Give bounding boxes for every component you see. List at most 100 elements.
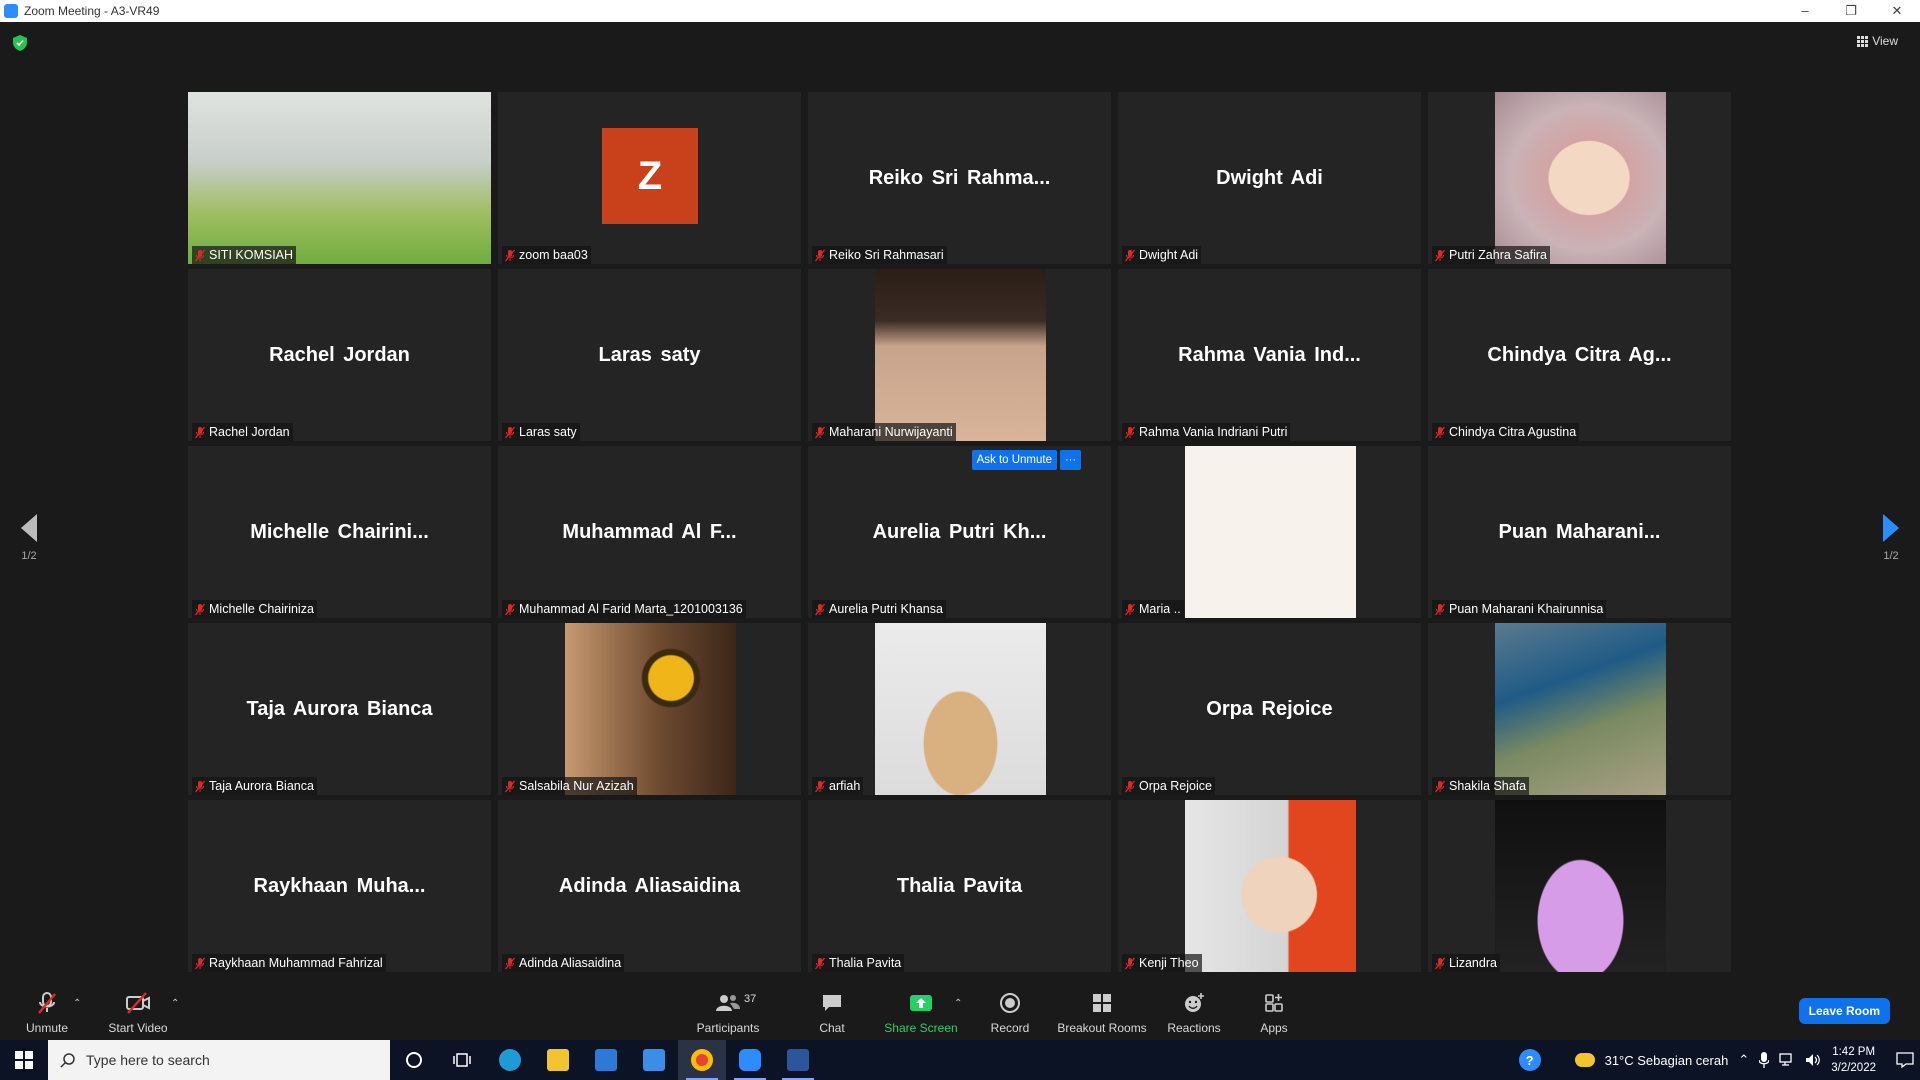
reactions-button[interactable]: Reactions [1166, 980, 1222, 1040]
record-label: Record [990, 1021, 1030, 1035]
participant-tile-kenji-theo[interactable]: Kenji Theo [1118, 800, 1421, 972]
participant-name-label: Salsabila Nur Azizah [502, 777, 637, 795]
video-options-caret-icon[interactable]: ⌃ [171, 998, 179, 1009]
network-icon[interactable] [1779, 1053, 1795, 1067]
participant-video [1494, 800, 1666, 972]
record-button[interactable]: Record [986, 980, 1034, 1040]
search-placeholder: Type here to search [86, 1052, 210, 1068]
security-shield-icon[interactable] [13, 35, 27, 51]
participant-tile-rahma-vania-indriani-putri[interactable]: Rahma Vania Ind... Rahma Vania Indriani P… [1118, 269, 1421, 441]
clock[interactable]: 1:42 PM 3/2/2022 [1831, 1044, 1876, 1076]
participant-name: arfiah [829, 779, 861, 793]
mic-muted-icon [504, 780, 516, 792]
taskbar-mail[interactable] [630, 1040, 678, 1080]
participant-name: Thalia Pavita [829, 956, 902, 970]
participant-name: Maria .. [1139, 602, 1181, 616]
participant-tile-michelle-chairiniza[interactable]: Michelle Chairini... Michelle Chairiniza [188, 446, 491, 618]
participant-display-name: Taja Aurora Bianca [246, 697, 433, 720]
share-screen-button[interactable]: Share Screen [884, 980, 958, 1040]
mic-muted-icon [1124, 957, 1136, 969]
participant-display-name: Chindya Citra Ag... [1487, 343, 1672, 366]
taskbar-zoom[interactable] [726, 1040, 774, 1080]
taskbar-search-box[interactable]: Type here to search [48, 1040, 390, 1080]
start-video-button[interactable]: Start Video [106, 980, 170, 1040]
leave-room-button[interactable]: Leave Room [1798, 998, 1890, 1024]
view-button[interactable]: View [1857, 34, 1898, 48]
participant-tile-zoom-baa03[interactable]: Zzoom baa03 [498, 92, 801, 264]
participant-tile-aurelia-putri-khansa[interactable]: Aurelia Putri Kh... Aurelia Putri Khansa A… [808, 446, 1111, 618]
microphone-icon[interactable] [1759, 1052, 1770, 1068]
cortana-button[interactable] [390, 1040, 438, 1080]
participant-name-label: Shakila Shafa [1432, 777, 1530, 795]
participant-tile-salsabila-nur-azizah[interactable]: Salsabila Nur Azizah [498, 623, 801, 795]
restore-button[interactable]: ❐ [1828, 3, 1874, 19]
participant-tile-puan-maharani-khairunnisa[interactable]: Puan Maharani... Puan Maharani Khairunnis… [1428, 446, 1731, 618]
participant-tile-shakila-shafa[interactable]: Shakila Shafa [1428, 623, 1731, 795]
taskbar-word[interactable] [774, 1040, 822, 1080]
participant-tile-maria[interactable]: Maria .. [1118, 446, 1421, 618]
video-off-icon [126, 992, 150, 1014]
participant-tile-muhammad-al-farid-marta-1201003136[interactable]: Muhammad Al F... Muhammad Al Farid Marta_… [498, 446, 801, 618]
start-button[interactable] [0, 1040, 48, 1080]
participant-tile-lizandra[interactable]: Lizandra [1428, 800, 1731, 972]
participant-name-label: Taja Aurora Bianca [192, 777, 317, 795]
apps-button[interactable]: Apps [1256, 980, 1292, 1040]
participant-tile-taja-aurora-bianca[interactable]: Taja Aurora Bianca Taja Aurora Bianca [188, 623, 491, 795]
participant-name-label: Orpa Rejoice [1122, 777, 1215, 795]
participant-name: Orpa Rejoice [1139, 779, 1212, 793]
participant-tile-reiko-sri-rahmasari[interactable]: Reiko Sri Rahma... Reiko Sri Rahmasari [808, 92, 1111, 264]
mic-muted-icon [504, 957, 516, 969]
mic-muted-icon [1434, 249, 1446, 261]
taskbar-store[interactable] [582, 1040, 630, 1080]
participants-button[interactable]: Participants [692, 980, 764, 1040]
close-button[interactable]: ✕ [1874, 3, 1920, 19]
participant-name: Chindya Citra Agustina [1449, 425, 1577, 439]
participant-tile-thalia-pavita[interactable]: Thalia Pavita Thalia Pavita [808, 800, 1111, 972]
audio-options-caret-icon[interactable]: ⌃ [73, 998, 81, 1009]
participant-tile-chindya-citra-agustina[interactable]: Chindya Citra Ag... Chindya Citra Agustin… [1428, 269, 1731, 441]
participant-display-name: Rahma Vania Ind... [1178, 343, 1361, 366]
view-label: View [1872, 34, 1898, 48]
breakout-rooms-button[interactable]: Breakout Rooms [1056, 980, 1148, 1040]
participant-name-label: Dwight Adi [1122, 246, 1202, 264]
gallery-grid: SITI KOMSIAH Zzoom baa03 Reiko Sri Rahma..… [188, 92, 1732, 972]
tray-chevron-up-icon[interactable]: ⌃ [1738, 1052, 1749, 1068]
task-view-button[interactable] [438, 1040, 486, 1080]
more-options-button[interactable]: ··· [1060, 450, 1081, 470]
chat-button[interactable]: Chat [812, 980, 852, 1040]
weather-text[interactable]: 31°C Sebagian cerah [1605, 1053, 1729, 1068]
minimize-button[interactable]: – [1782, 3, 1828, 19]
unmute-button[interactable]: Unmute [22, 980, 72, 1040]
ask-to-unmute-button[interactable]: Ask to Unmute [971, 450, 1057, 470]
page-indicator-right: 1/2 [1883, 550, 1899, 562]
participant-tile-maharani-nurwijayanti[interactable]: Maharani Nurwijayanti [808, 269, 1111, 441]
participant-tile-siti-komsiah[interactable]: SITI KOMSIAH [188, 92, 491, 264]
participant-display-name: Reiko Sri Rahma... [868, 166, 1051, 189]
participant-tile-putri-zahra-safira[interactable]: Putri Zahra Safira [1428, 92, 1731, 264]
participant-name-label: arfiah [812, 777, 864, 795]
taskbar-chrome[interactable] [678, 1040, 726, 1080]
task-view-icon [453, 1053, 471, 1067]
volume-icon[interactable] [1805, 1053, 1821, 1067]
taskbar-file-explorer[interactable] [534, 1040, 582, 1080]
participant-tile-laras-saty[interactable]: Laras saty Laras saty [498, 269, 801, 441]
share-options-caret-icon[interactable]: ⌃ [954, 998, 962, 1009]
participant-tile-adinda-aliasaidina[interactable]: Adinda Aliasaidina Adinda Aliasaidina [498, 800, 801, 972]
apps-label: Apps [1260, 1021, 1288, 1035]
clock-date: 3/2/2022 [1831, 1062, 1876, 1074]
participant-name-label: Rachel Jordan [192, 423, 293, 441]
participant-tile-orpa-rejoice[interactable]: Orpa Rejoice Orpa Rejoice [1118, 623, 1421, 795]
previous-page-button[interactable]: 1/2 [14, 514, 44, 562]
weather-partly-cloudy-icon [1574, 1053, 1595, 1067]
next-page-button[interactable]: 1/2 [1876, 514, 1906, 562]
meeting-area: View 1/2 1/2 SITI KOMSIAH Zzoom baa03 Reik… [0, 22, 1920, 980]
help-question-icon[interactable]: ? [1518, 1049, 1541, 1071]
participant-tile-rachel-jordan[interactable]: Rachel Jordan Rachel Jordan [188, 269, 491, 441]
meeting-toolbar: Unmute ⌃ Start Video ⌃ Participants 37 C… [0, 980, 1920, 1040]
taskbar-edge[interactable] [486, 1040, 534, 1080]
participant-tile-arfiah[interactable]: arfiah [808, 623, 1111, 795]
participant-tile-raykhaan-muhammad-fahrizal[interactable]: Raykhaan Muha... Raykhaan Muhammad Fahriz… [188, 800, 491, 972]
notification-center-icon[interactable] [1896, 1051, 1914, 1069]
mic-muted-icon [1124, 603, 1136, 615]
participant-tile-dwight-adi[interactable]: Dwight Adi Dwight Adi [1118, 92, 1421, 264]
